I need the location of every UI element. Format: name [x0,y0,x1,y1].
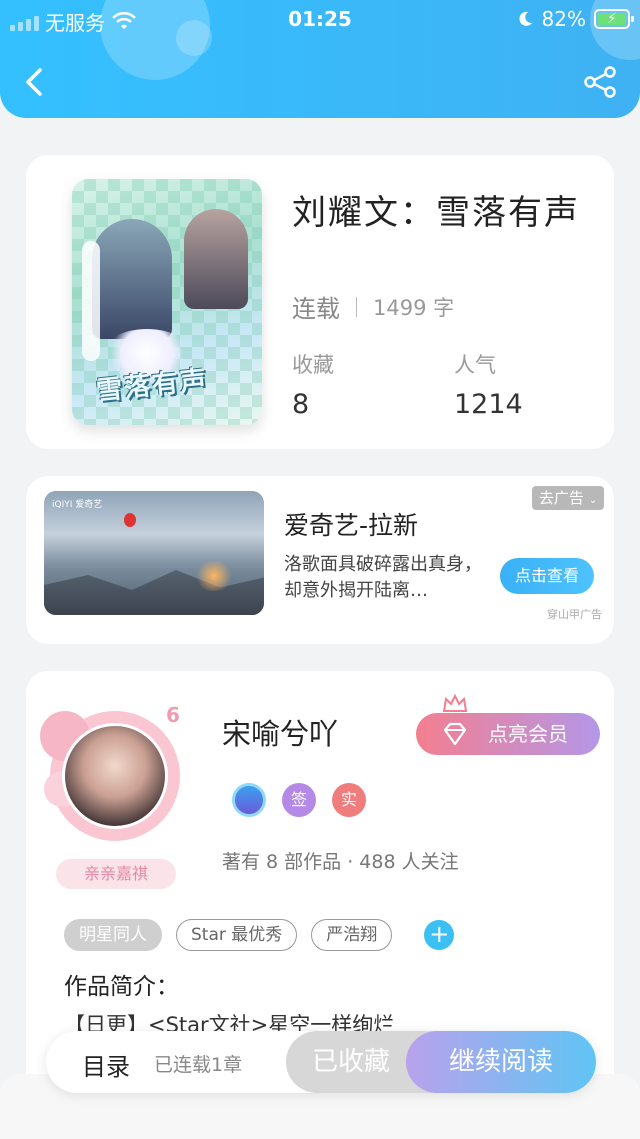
tag-item[interactable]: 明星同人 [64,919,162,951]
cover-figure [92,219,172,339]
book-cover[interactable]: 雪落有声 [72,179,262,425]
level-gem-badge[interactable] [232,783,266,817]
author-avatar-frame[interactable]: 6 [40,701,190,851]
ad-image[interactable]: iQIYI 爱奇艺 [44,491,264,615]
back-button[interactable] [18,64,54,100]
popularity-stat: 人气 1214 [454,349,523,420]
book-status-row: 连载 1499 字 [292,289,454,324]
ad-card[interactable]: iQIYI 爱奇艺 爱奇艺-拉新 洛歌面具破碎露出真身，却意外揭开陆离… 点击查… [26,476,614,644]
fan-nickname-tag: 亲亲嘉祺 [56,859,176,889]
verified-badge[interactable]: 实 [332,783,366,817]
book-tags: 明星同人 Star 最优秀 严浩翔 + [64,919,455,951]
tag-item[interactable]: 严浩翔 [311,919,393,951]
bottom-action-bar: 目录 已连载1章 已收藏 继续阅读 [46,1031,596,1093]
ad-view-button[interactable]: 点击查看 [500,558,594,594]
cover-figure [184,209,248,309]
ad-title: 爱奇艺-拉新 [284,511,419,540]
avatar[interactable] [62,723,168,829]
author-meta: 著有 8 部作品 · 488 人关注 [222,851,459,873]
collect-value: 8 [292,389,310,420]
continue-reading-button[interactable]: 继续阅读 [406,1031,596,1093]
moon-icon [518,11,532,26]
book-title: 刘耀文：雪落有声 [292,193,580,233]
vip-button-label: 点亮会员 [488,722,568,746]
popularity-value: 1214 [454,389,523,420]
battery-percent: 82% [541,7,586,31]
signed-badge[interactable]: 签 [282,783,316,817]
collect-stat: 收藏 8 [292,349,334,420]
status-bar: 无服务 01:25 82% ⚡ [0,0,640,38]
ad-source: 穿山甲广告 [547,608,602,621]
popularity-label: 人气 [454,353,496,377]
tag-item[interactable]: Star 最优秀 [176,919,298,951]
vip-button[interactable]: 点亮会员 [416,713,600,755]
intro-title: 作品简介： [64,974,179,1000]
book-info-card: 雪落有声 刘耀文：雪落有声 连载 1499 字 收藏 8 人气 1214 [26,155,614,449]
share-button[interactable] [582,64,618,100]
toc-button[interactable]: 目录 [82,1047,130,1082]
diamond-icon [443,722,467,746]
battery-icon: ⚡ [594,9,634,29]
collect-label: 收藏 [292,353,334,377]
add-tag-button[interactable]: + [424,920,455,950]
ad-description: 洛歌面具破碎露出真身，却意外揭开陆离… [284,554,482,601]
word-count: 1499 字 [373,295,455,320]
crown-icon [442,693,468,712]
remove-ad-button[interactable]: 去广告 ⌄ [532,486,604,510]
level-badge: 6 [166,703,180,727]
author-name[interactable]: 宋喻兮吖 [222,711,338,753]
top-header: 无服务 01:25 82% ⚡ [0,0,640,118]
ad-logo: iQIYI 爱奇艺 [52,500,103,510]
author-badges: 签 实 [232,783,366,817]
serial-status: 连载 [292,295,340,323]
chapter-count: 已连载1章 [154,1054,243,1076]
